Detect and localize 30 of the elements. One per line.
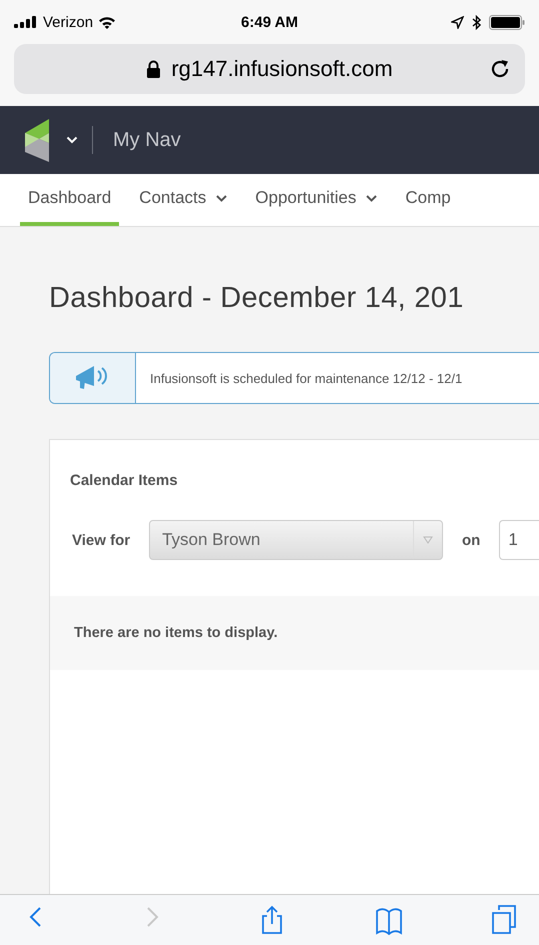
chevron-down-icon bbox=[216, 194, 228, 202]
user-select[interactable]: Tyson Brown bbox=[149, 520, 443, 560]
address-bar[interactable]: rg147.infusionsoft.com bbox=[14, 44, 525, 94]
caret-icon bbox=[423, 536, 433, 544]
card-title: Calendar Items bbox=[69, 471, 179, 489]
tabs-icon[interactable] bbox=[491, 904, 519, 936]
signal-icon bbox=[14, 16, 38, 28]
clock-time: 6:49 AM bbox=[241, 14, 298, 30]
nav-tab[interactable]: Opportunities bbox=[247, 174, 386, 226]
location-arrow-icon bbox=[451, 16, 464, 28]
empty-message: There are no items to display. bbox=[50, 596, 539, 670]
chevron-down-icon bbox=[366, 194, 378, 202]
nav-tab[interactable]: Contacts bbox=[131, 174, 236, 226]
view-for-label: View for bbox=[72, 532, 130, 548]
nav-tab[interactable]: Comp bbox=[397, 174, 459, 226]
url-text: rg147.infusionsoft.com bbox=[171, 56, 393, 82]
notice-text: Infusionsoft is scheduled for maintenance 12/12 - 12/1 bbox=[149, 370, 462, 388]
page-title: Dashboard - December 14, 201 bbox=[49, 282, 465, 315]
app-logo[interactable] bbox=[25, 118, 52, 162]
nav-title: My Nav bbox=[113, 128, 181, 152]
reload-icon[interactable] bbox=[489, 58, 511, 80]
wifi-icon bbox=[98, 16, 116, 28]
on-label: on bbox=[462, 532, 480, 548]
battery-icon bbox=[489, 14, 525, 30]
chevron-down-icon[interactable] bbox=[66, 136, 78, 144]
nav-tab[interactable]: Dashboard bbox=[20, 174, 120, 226]
lock-icon bbox=[146, 60, 162, 78]
carrier-name: Verizon bbox=[43, 14, 94, 30]
bluetooth-icon bbox=[472, 14, 481, 30]
date-field[interactable]: 1 bbox=[499, 520, 539, 560]
